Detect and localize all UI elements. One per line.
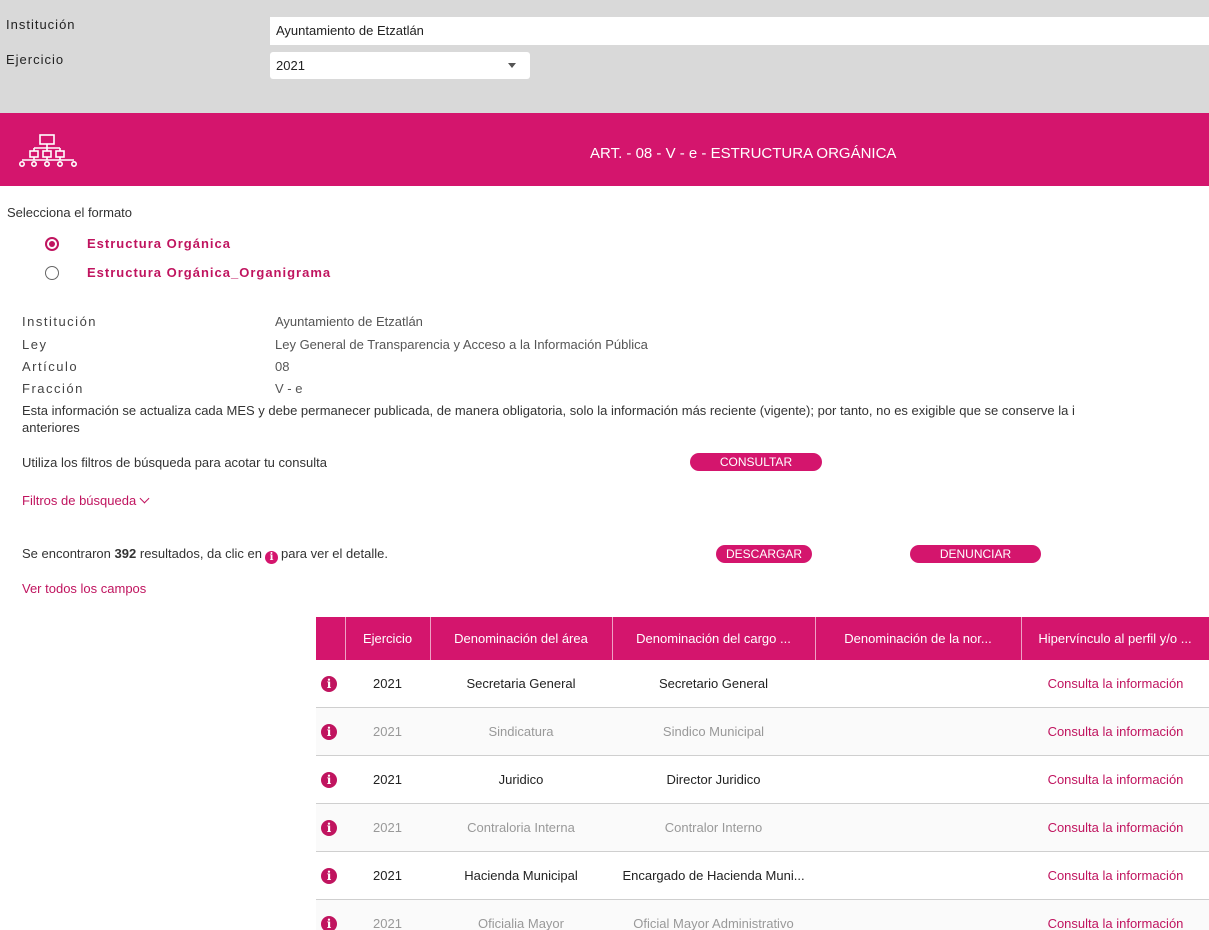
cell-ejercicio: 2021 — [373, 676, 402, 691]
update-note-line2: anteriores — [22, 420, 80, 435]
info-icon[interactable]: i — [321, 772, 337, 788]
radio-label-estructura-organigrama[interactable]: Estructura Orgánica_Organigrama — [87, 265, 331, 280]
filtros-toggle[interactable]: Filtros de búsqueda — [22, 493, 150, 508]
cell-cargo: Director Juridico — [666, 772, 761, 787]
meta-fraccion-value: V - e — [275, 381, 303, 396]
radio-estructura-organica[interactable] — [45, 237, 59, 251]
consulta-link[interactable]: Consulta la información — [1022, 900, 1209, 930]
cell-cargo: Secretario General — [658, 676, 769, 691]
table-row[interactable]: i 2021 Oficialia Mayor Oficial Mayor Admini… — [316, 900, 1209, 930]
consulta-link[interactable]: Consulta la información — [1022, 852, 1209, 900]
th-norma[interactable]: Denominación de la nor... — [815, 617, 1021, 660]
table-row[interactable]: i 2021 Sindicatura Sindico Municipal Consult… — [316, 708, 1209, 756]
cell-ejercicio: 2021 — [373, 724, 402, 739]
info-icon: i — [264, 551, 278, 564]
info-icon[interactable]: i — [321, 676, 337, 692]
cell-area: Sindicatura — [488, 724, 554, 739]
formato-label: Selecciona el formato — [7, 205, 133, 220]
th-area[interactable]: Denominación del área — [430, 617, 612, 660]
table-row[interactable]: i 2021 Juridico Director Juridico Consulta l… — [316, 756, 1209, 804]
ejercicio-value: 2021 — [276, 58, 305, 73]
consulta-link[interactable]: Consulta la información — [1022, 660, 1209, 708]
filtros-hint: Utiliza los filtros de búsqueda para aco… — [22, 455, 327, 470]
table-row[interactable]: i 2021 Hacienda Municipal Encargado de Haci… — [316, 852, 1209, 900]
meta-institucion-value: Ayuntamiento de Etzatlán — [275, 314, 423, 329]
consulta-link[interactable]: Consulta la información — [1022, 756, 1209, 804]
ejercicio-label: Ejercicio — [6, 52, 65, 67]
cell-area: Oficialia Mayor — [478, 916, 564, 930]
meta-ley-value: Ley General de Transparencia y Acceso a … — [275, 337, 648, 352]
table-header: Ejercicio Denominación del área Denomina… — [316, 617, 1209, 660]
cell-ejercicio: 2021 — [373, 868, 402, 883]
section-title: ART. - 08 - V - e - ESTRUCTURA ORGÁNICA — [590, 145, 897, 162]
table-body: i 2021 Secretaria General Secretario Genera… — [316, 660, 1209, 930]
cell-area: Hacienda Municipal — [464, 868, 578, 883]
th-ejercicio[interactable]: Ejercicio — [345, 617, 430, 660]
radio-estructura-organigrama[interactable] — [45, 266, 59, 280]
denunciar-button[interactable]: DENUNCIAR — [910, 545, 1041, 563]
cell-norma — [815, 756, 1021, 804]
consulta-link[interactable]: Consulta la información — [1022, 804, 1209, 852]
ver-todos-link[interactable]: Ver todos los campos — [22, 581, 146, 596]
meta-fraccion-label: Fracción — [22, 381, 84, 396]
radio-label-estructura-organica[interactable]: Estructura Orgánica — [87, 236, 231, 251]
results-post: para ver el detalle. — [280, 546, 388, 561]
results-summary: Se encontraron 392 resultados, da clic e… — [22, 546, 388, 564]
cell-cargo: Oficial Mayor Administrativo — [633, 916, 794, 930]
cell-area: Juridico — [498, 772, 544, 787]
th-cargo[interactable]: Denominación del cargo ... — [612, 617, 815, 660]
consulta-link[interactable]: Consulta la información — [1022, 708, 1209, 756]
institucion-label: Institución — [6, 17, 76, 32]
caret-down-icon — [508, 63, 516, 68]
th-hipervinculo[interactable]: Hipervínculo al perfil y/o ... — [1021, 617, 1209, 660]
cell-area: Contraloria Interna — [467, 820, 575, 835]
section-banner: ART. - 08 - V - e - ESTRUCTURA ORGÁNICA — [0, 113, 1209, 186]
consultar-button[interactable]: CONSULTAR — [690, 453, 822, 471]
results-count: 392 — [114, 546, 137, 561]
descargar-button[interactable]: DESCARGAR — [716, 545, 812, 563]
chevron-down-icon — [139, 493, 150, 504]
cell-ejercicio: 2021 — [373, 772, 402, 787]
meta-articulo-label: Artículo — [22, 359, 79, 374]
cell-norma — [815, 852, 1021, 900]
cell-ejercicio: 2021 — [373, 820, 402, 835]
cell-norma — [815, 708, 1021, 756]
update-note-line1: Esta información se actualiza cada MES y… — [22, 403, 1075, 418]
cell-ejercicio: 2021 — [373, 916, 402, 930]
cell-norma — [815, 900, 1021, 930]
filtros-toggle-label: Filtros de búsqueda — [22, 493, 137, 508]
ejercicio-select[interactable]: 2021 — [270, 52, 530, 79]
results-table: Ejercicio Denominación del área Denomina… — [316, 617, 1209, 930]
info-icon[interactable]: i — [321, 820, 337, 836]
meta-ley-label: Ley — [22, 337, 48, 352]
info-icon[interactable]: i — [321, 724, 337, 740]
results-pre: Se encontraron — [22, 546, 111, 561]
info-icon[interactable]: i — [321, 868, 337, 884]
cell-cargo: Encargado de Hacienda Muni... — [622, 868, 805, 883]
cell-norma — [815, 804, 1021, 852]
filter-bar: Institución Ayuntamiento de Etzatlán Eje… — [0, 0, 1209, 113]
institucion-input[interactable]: Ayuntamiento de Etzatlán — [270, 17, 1209, 45]
table-row[interactable]: i 2021 Contraloria Interna Contralor Intern… — [316, 804, 1209, 852]
cell-norma — [815, 660, 1021, 708]
meta-institucion-label: Institución — [22, 314, 98, 329]
results-mid: resultados, da clic en — [139, 546, 262, 561]
cell-cargo: Contralor Interno — [664, 820, 763, 835]
table-row[interactable]: i 2021 Secretaria General Secretario Genera… — [316, 660, 1209, 708]
cell-cargo: Sindico Municipal — [662, 724, 765, 739]
meta-articulo-value: 08 — [275, 359, 290, 374]
cell-area: Secretaria General — [466, 676, 576, 691]
info-icon[interactable]: i — [321, 916, 337, 930]
org-chart-icon — [18, 134, 77, 167]
